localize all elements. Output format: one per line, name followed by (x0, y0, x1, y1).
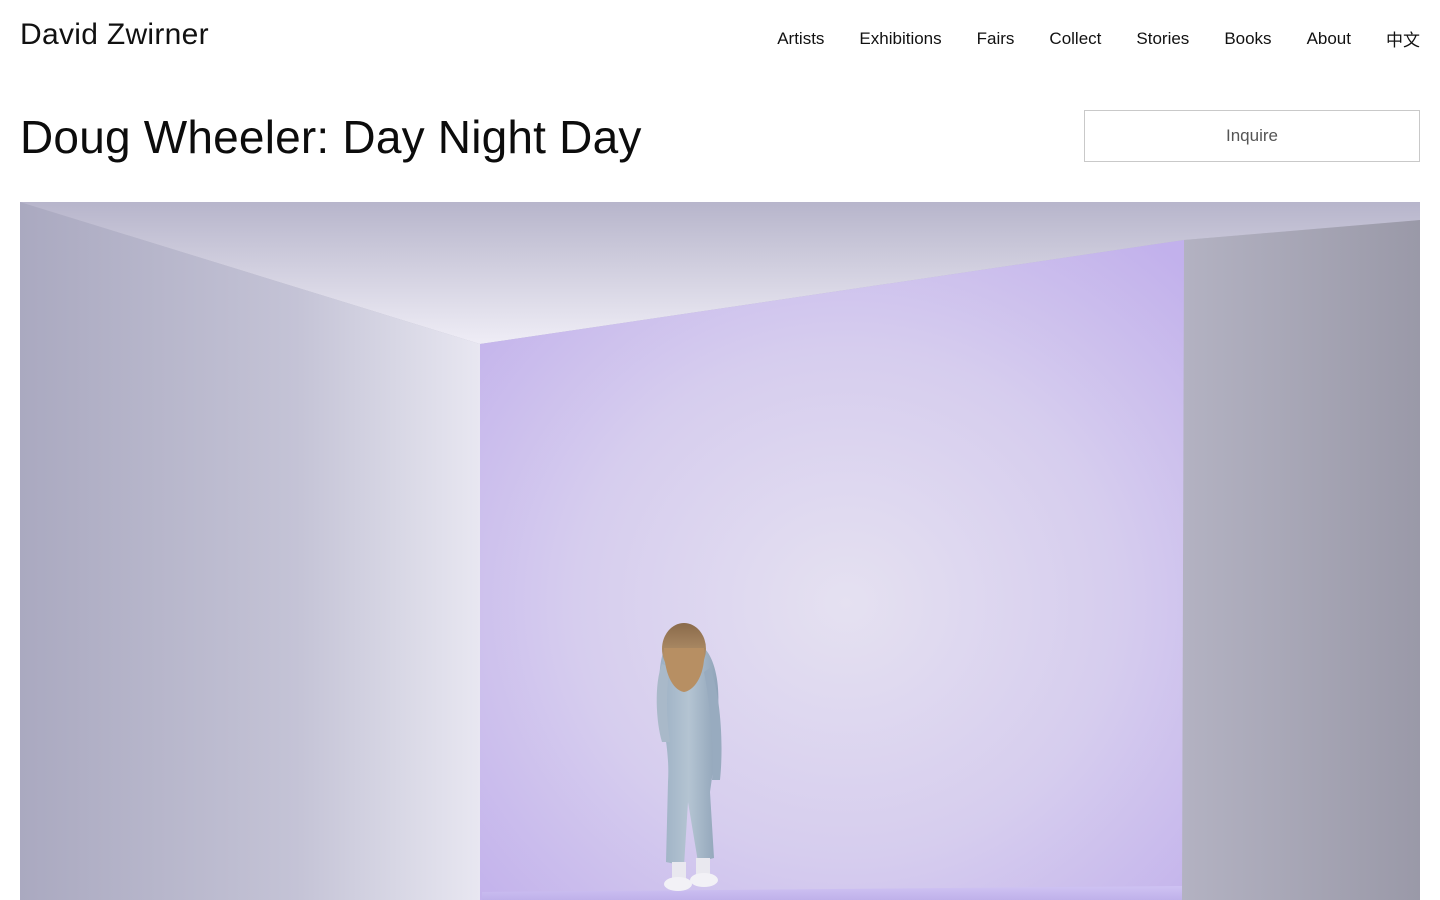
page-title: Doug Wheeler: Day Night Day (20, 111, 642, 163)
nav-item-collect[interactable]: Collect (1049, 29, 1101, 49)
installation-photo (20, 202, 1420, 900)
right-wall (1182, 220, 1420, 900)
inquire-button[interactable]: Inquire (1084, 110, 1420, 162)
nav-item-books[interactable]: Books (1224, 29, 1271, 49)
nav-item-artists[interactable]: Artists (777, 29, 824, 49)
nav-item-fairs[interactable]: Fairs (977, 29, 1015, 49)
back-wall-light (480, 240, 1184, 900)
site-header: David Zwirner Artists Exhibitions Fairs … (0, 0, 1440, 74)
main-nav: Artists Exhibitions Fairs Collect Storie… (777, 26, 1420, 51)
nav-item-stories[interactable]: Stories (1136, 29, 1189, 49)
nav-item-about[interactable]: About (1307, 29, 1351, 49)
site-logo[interactable]: David Zwirner (20, 18, 209, 52)
hero-installation-image[interactable] (20, 202, 1420, 900)
title-row: Doug Wheeler: Day Night Day Inquire (0, 100, 1440, 180)
nav-item-language-chinese[interactable]: 中文 (1386, 26, 1420, 51)
nav-item-exhibitions[interactable]: Exhibitions (859, 29, 941, 49)
